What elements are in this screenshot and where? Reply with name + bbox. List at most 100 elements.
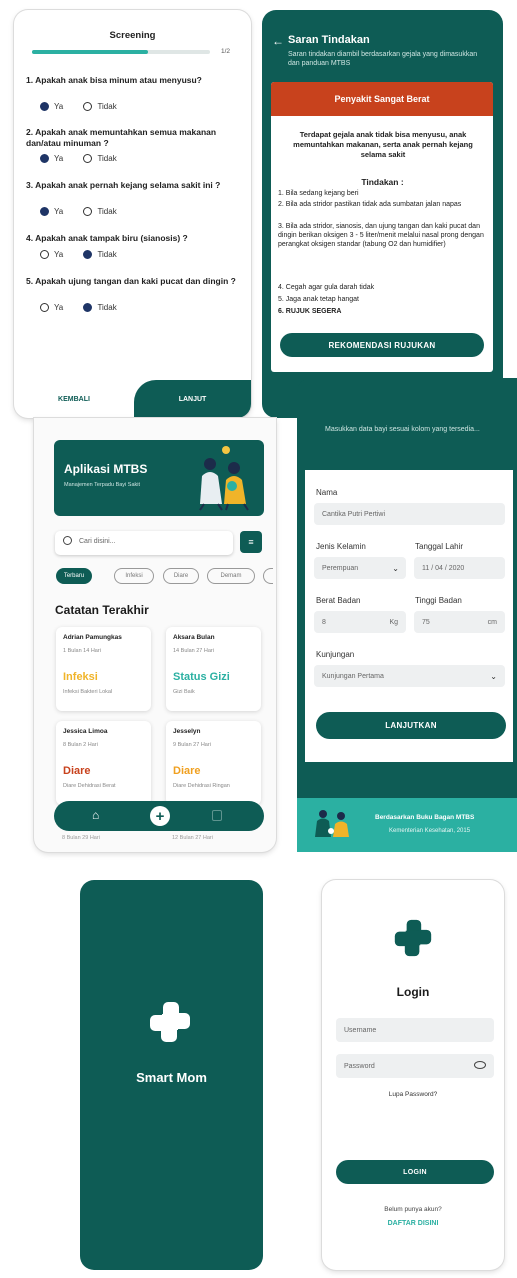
card-age: 8 Bulan 2 Hari xyxy=(63,742,98,748)
chip-demam[interactable]: Demam xyxy=(207,568,255,584)
height-input[interactable]: 75 cm xyxy=(414,611,505,633)
radio-yes-3[interactable] xyxy=(40,207,49,217)
diagnosis-banner: Penyakit Sangat Berat xyxy=(271,82,493,116)
forgot-password-link[interactable]: Lupa Password? xyxy=(322,1091,504,1098)
radio-no-4[interactable] xyxy=(83,250,93,260)
weight-unit: Kg xyxy=(389,618,398,626)
bottom-nav: ⌂ + xyxy=(54,801,264,831)
login-title: Login xyxy=(396,985,430,999)
gender-value: Perempuan xyxy=(322,564,359,572)
tindakan-item-3: 3. Bila ada stridor, sianosis, dan ujung… xyxy=(278,223,484,248)
height-unit: cm xyxy=(487,618,497,626)
record-card-4[interactable]: Jesselyn 9 Bulan 27 Hari Diare Diare Deh… xyxy=(166,721,261,805)
visit-label: Kunjungan xyxy=(316,650,355,659)
tindakan-item-6: 6. RUJUK SEGERA xyxy=(278,308,342,315)
saran-summary: Terdapat gejala anak tidak bisa menyusu,… xyxy=(293,130,473,159)
filter-button[interactable]: ≡ xyxy=(240,531,262,553)
progress-bar-fill xyxy=(32,50,148,54)
option-yes-label: Ya xyxy=(54,102,64,111)
records-icon[interactable] xyxy=(212,810,222,821)
rekomendasi-rujukan-button[interactable]: REKOMENDASI RUJUKAN xyxy=(280,333,484,357)
search-input[interactable]: Cari disini... xyxy=(79,538,116,545)
no-account-text: Belum punya akun? xyxy=(384,1206,442,1213)
record-card-1[interactable]: Adrian Pamungkas 1 Bulan 14 Hari Infeksi… xyxy=(56,627,151,711)
chip-diare[interactable]: Diare xyxy=(163,568,199,584)
name-input[interactable]: Cantika Putri Pertiwi xyxy=(314,503,505,525)
chip-more[interactable] xyxy=(263,568,273,584)
card-age: 1 Bulan 14 Hari xyxy=(63,648,101,654)
radio-yes-1[interactable] xyxy=(40,102,49,112)
question-5-options[interactable]: Ya Tidak xyxy=(40,303,135,313)
question-2: 2. Apakah anak memuntahkan semua makanan… xyxy=(26,127,217,148)
login-button[interactable]: LOGIN xyxy=(336,1160,494,1184)
question-4-options[interactable]: Ya Tidak xyxy=(40,250,135,260)
question-5: 5. Apakah ujung tangan dan kaki pucat da… xyxy=(26,276,236,286)
weight-input[interactable]: 8 Kg xyxy=(314,611,406,633)
app-name: Smart Mom xyxy=(136,1070,207,1085)
radio-no-5[interactable] xyxy=(83,303,93,313)
option-no-label: Tidak xyxy=(97,207,117,216)
option-yes-label: Ya xyxy=(54,207,64,216)
question-2-options[interactable]: Ya Tidak xyxy=(40,154,135,164)
radio-yes-2[interactable] xyxy=(40,154,49,164)
filter-icon: ≡ xyxy=(248,537,254,547)
question-1-options[interactable]: Ya Tidak xyxy=(40,102,135,112)
saran-title: Saran Tindakan xyxy=(288,34,370,46)
chevron-down-icon: ⌄ xyxy=(490,671,497,681)
radio-no-3[interactable] xyxy=(83,207,93,217)
add-icon[interactable]: + xyxy=(150,806,170,826)
radio-yes-4[interactable] xyxy=(40,250,49,260)
family-illustration-icon xyxy=(315,810,349,837)
dob-label: Tanggal Lahir xyxy=(415,542,464,551)
card-diagnosis: Diare xyxy=(173,765,201,777)
login-screen: Login Username Password Lupa Password? L… xyxy=(322,880,504,1270)
question-3-options[interactable]: Ya Tidak xyxy=(40,207,135,217)
record-card-2[interactable]: Aksara Bulan 14 Bulan 27 Hari Status Giz… xyxy=(166,627,261,711)
section-title: Catatan Terakhir xyxy=(55,603,149,617)
name-label: Nama xyxy=(316,488,338,497)
password-placeholder: Password xyxy=(344,1062,375,1070)
screening-title: Screening xyxy=(109,30,156,41)
lanjutkan-button[interactable]: LANJUTKAN xyxy=(316,712,506,739)
height-value: 75 xyxy=(422,618,430,626)
question-1: 1. Apakah anak bisa minum atau menyusu? xyxy=(26,75,202,85)
weight-value: 8 xyxy=(322,618,326,626)
radio-no-2[interactable] xyxy=(83,154,93,164)
password-input[interactable]: Password xyxy=(336,1054,494,1078)
radio-yes-5[interactable] xyxy=(40,303,49,313)
card-detail: Infeksi Bakteri Lokal xyxy=(63,689,113,695)
search-icon xyxy=(63,536,72,545)
record-card-3[interactable]: Jessica Limoa 8 Bulan 2 Hari Diare Diare… xyxy=(56,721,151,805)
username-input[interactable]: Username xyxy=(336,1018,494,1042)
chip-terbaru[interactable]: Terbaru xyxy=(56,568,92,584)
eye-icon[interactable] xyxy=(474,1061,486,1069)
tindakan-item-2: 2. Bila ada stridor pastikan tidak ada s… xyxy=(278,201,462,208)
gender-select[interactable]: Perempuan ⌄ xyxy=(314,557,406,579)
dob-input[interactable]: 11 / 04 / 2020 xyxy=(414,557,505,579)
search-bar[interactable]: Cari disini... xyxy=(55,531,233,555)
tindakan-item-5: 5. Jaga anak tetap hangat xyxy=(278,296,359,303)
form-intro: Masukkan data bayi sesuai kolom yang ter… xyxy=(325,426,480,433)
card-name: Adrian Pamungkas xyxy=(63,634,122,641)
home-title: Aplikasi MTBS xyxy=(64,462,148,476)
saran-subtitle: Saran tindakan diambil berdasarkan gejal… xyxy=(288,51,478,67)
next-button[interactable]: LANJUT xyxy=(134,380,251,418)
home-icon[interactable]: ⌂ xyxy=(92,808,99,822)
back-arrow-icon[interactable]: ← xyxy=(272,34,284,48)
back-button[interactable]: KEMBALI xyxy=(14,380,134,418)
card-detail: Diare Dehidrasi Ringan xyxy=(173,783,230,789)
option-yes-label: Ya xyxy=(54,303,64,312)
card-detail: Diare Dehidrasi Berat xyxy=(63,783,116,789)
option-yes-label: Ya xyxy=(54,250,64,259)
chip-infeksi[interactable]: Infeksi xyxy=(114,568,154,584)
card-diagnosis: Diare xyxy=(63,765,91,777)
register-link[interactable]: DAFTAR DISINI xyxy=(322,1220,504,1227)
card-diagnosis: Status Gizi xyxy=(173,671,230,683)
card-name: Aksara Bulan xyxy=(173,634,215,641)
option-no-label: Tidak xyxy=(97,102,117,111)
medical-cross-logo-icon xyxy=(394,919,432,957)
weight-label: Berat Badan xyxy=(316,596,361,605)
visit-value: Kunjungan Pertama xyxy=(322,672,384,680)
visit-select[interactable]: Kunjungan Pertama ⌄ xyxy=(314,665,505,687)
radio-no-1[interactable] xyxy=(83,102,93,112)
